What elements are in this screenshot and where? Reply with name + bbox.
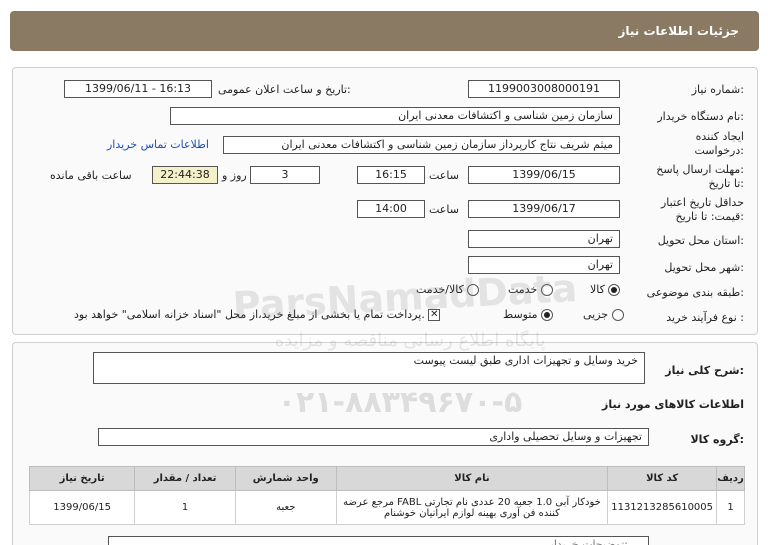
category-both-radio[interactable] (467, 284, 480, 296)
process-minor-radio[interactable] (611, 309, 624, 321)
price-valid-label-2: قیمت: تا تاریخ: (675, 210, 744, 223)
send-time-field[interactable]: 16:15 (357, 166, 425, 184)
send-date-field[interactable]: 1399/06/15 (468, 166, 620, 184)
price-time-label: ساعت (429, 203, 459, 216)
col-qty: تعداد / مقدار (134, 466, 236, 491)
buyer-org-label: نام دستگاه خریدار: (657, 110, 744, 123)
cell-unit: جعبه (234, 490, 337, 525)
send-time-label: ساعت (429, 169, 459, 182)
process-option-medium-label: متوسط (503, 308, 538, 321)
province-field[interactable]: تهران (468, 230, 620, 248)
buyer-notes-field[interactable]: توضیحات خریدار: ... (108, 536, 649, 545)
cell-qty: 1 (134, 490, 236, 525)
goods-group-field[interactable]: تجهیزات و وسایل تحصیلی واداری (98, 428, 649, 446)
col-name: نام کالا (335, 466, 609, 491)
summary-label: شرح کلی نیاز: (665, 364, 744, 377)
need-number-field[interactable]: 1199003008000191 (468, 80, 620, 98)
payment-note: پرداخت تمام یا بخشی از مبلغ خرید،از محل … (74, 308, 441, 321)
category-option-service[interactable]: خدمت (508, 283, 553, 296)
city-field[interactable]: تهران (468, 256, 620, 274)
col-unit: واحد شمارش (234, 466, 337, 491)
category-label: طبقه بندی موضوعی: (646, 286, 744, 299)
process-option-medium[interactable]: متوسط (503, 308, 554, 321)
province-label: استان محل تحویل: (657, 234, 744, 247)
price-valid-label-1: حداقل تاریخ اعتبار (660, 196, 744, 209)
days-field[interactable]: 3 (250, 166, 320, 184)
process-label: نوع فرآیند خرید : (666, 311, 744, 324)
col-index: ردیف (716, 466, 745, 491)
category-goods-radio[interactable] (608, 284, 621, 296)
goods-group-label: گروه کالا: (690, 433, 744, 446)
process-option-minor[interactable]: جزیی (583, 308, 624, 321)
goods-table-header: ردیف کد کالا نام کالا واحد شمارش تعداد /… (28, 466, 745, 491)
category-option-service-label: خدمت (508, 283, 538, 296)
price-date-field[interactable]: 1399/06/17 (468, 200, 620, 218)
goods-table-wrap: ردیف کد کالا نام کالا واحد شمارش تعداد /… (28, 466, 745, 525)
requester-field[interactable]: میثم شریف نتاج کارپرداز سازمان زمین شناس… (223, 136, 620, 154)
category-option-both[interactable]: کالا/خدمت (416, 283, 480, 296)
requester-label-1: ایجاد کننده (695, 130, 744, 143)
goods-table: ردیف کد کالا نام کالا واحد شمارش تعداد /… (28, 466, 745, 525)
city-label: شهر محل تحویل: (664, 261, 744, 274)
send-deadline-label-1: مهلت ارسال پاسخ: (656, 163, 744, 176)
goods-section-title: اطلاعات کالاهای مورد نیاز (602, 398, 744, 411)
price-time-field[interactable]: 14:00 (357, 200, 425, 218)
need-number-label: شماره نیاز: (691, 83, 744, 96)
category-option-goods[interactable]: کالا (590, 283, 621, 296)
category-option-both-label: کالا/خدمت (416, 283, 464, 296)
page-header: جزئیات اطلاعات نیاز (10, 11, 759, 51)
process-medium-radio[interactable] (541, 309, 554, 321)
col-date: تاریخ نیاز (28, 466, 136, 491)
col-code: کد کالا (607, 466, 718, 491)
payment-note-text: پرداخت تمام یا بخشی از مبلغ خرید،از محل … (74, 308, 425, 321)
category-option-goods-label: کالا (590, 283, 605, 296)
payment-checkbox[interactable]: ✕ (428, 309, 441, 321)
page-title: جزئیات اطلاعات نیاز (618, 24, 739, 38)
remaining-label: ساعت باقی مانده (50, 169, 132, 182)
requester-label-2: درخواست: (694, 144, 745, 157)
buyer-contact-link[interactable]: اطلاعات تماس خریدار (107, 138, 209, 151)
announce-field[interactable]: 1399/06/11 - 16:13 (64, 80, 212, 98)
days-label: روز و (222, 169, 247, 182)
buyer-org-field[interactable]: سازمان زمین شناسی و اکتشافات معدنی ایران (170, 107, 620, 125)
process-option-minor-label: جزیی (583, 308, 609, 321)
summary-field[interactable]: خرید وسایل و تجهیزات اداری طبق لیست پیوس… (93, 352, 645, 384)
cell-code: 1131213285610005 (607, 490, 718, 525)
cell-index: 1 (716, 490, 745, 525)
send-deadline-label-2: تا تاریخ: (708, 177, 744, 190)
category-service-radio[interactable] (540, 284, 553, 296)
table-row[interactable]: 1 1131213285610005 خودکار آبی 1.0 جعبه 2… (28, 490, 745, 525)
cell-date: 1399/06/15 (28, 490, 136, 525)
cell-name: خودکار آبی 1.0 جعبه 20 عددی نام تجارتی F… (335, 490, 609, 525)
remaining-time-field: 22:44:38 (152, 166, 218, 184)
announce-label: تاریخ و ساعت اعلان عمومی: (218, 83, 351, 96)
